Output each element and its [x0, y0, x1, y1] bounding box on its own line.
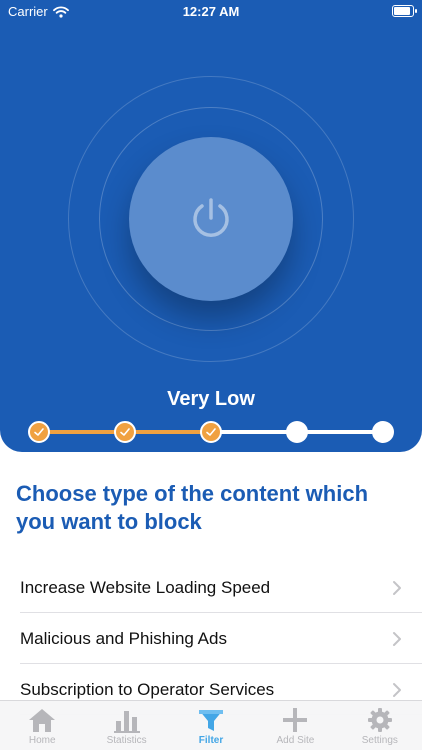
tab-label: Statistics: [106, 735, 147, 746]
slider-step-2[interactable]: [114, 421, 136, 443]
check-icon: [206, 428, 216, 436]
home-icon: [29, 709, 56, 732]
tab-statistics[interactable]: Statistics: [84, 701, 168, 750]
check-icon: [120, 428, 130, 436]
tab-label: Add Site: [276, 735, 315, 746]
protection-level-label: Very Low: [167, 388, 255, 410]
tab-settings[interactable]: Settings: [338, 701, 422, 750]
tab-bar: Home Statistics Filter Add Site Settings: [0, 700, 422, 750]
tab-filter[interactable]: Filter: [169, 701, 253, 750]
power-button[interactable]: [129, 137, 293, 301]
list-item-loading-speed[interactable]: Increase Website Loading Speed: [0, 562, 422, 613]
section-heading: Choose type of the content which you wan…: [16, 481, 369, 534]
clock: 12:27 AM: [182, 4, 240, 19]
plus-icon: [283, 708, 308, 732]
tab-label: Home: [28, 735, 56, 746]
list-item-phishing-ads[interactable]: Malicious and Phishing Ads: [0, 613, 422, 664]
slider-step-5[interactable]: [372, 421, 394, 443]
slider-step-1[interactable]: [28, 421, 50, 443]
gear-icon: [367, 708, 392, 732]
power-icon: [193, 198, 229, 237]
bar-chart-icon: [113, 711, 140, 733]
tab-add-site[interactable]: Add Site: [253, 701, 337, 750]
slider-step-4[interactable]: [286, 421, 308, 443]
slider-step-3[interactable]: [200, 421, 222, 443]
list-item-label: Increase Website Loading Speed: [20, 577, 271, 597]
chevron-right-icon: [393, 682, 401, 697]
battery-icon: [392, 5, 417, 17]
tab-label: Filter: [198, 735, 224, 746]
filter-icon: [199, 710, 224, 731]
content-type-list: Increase Website Loading Speed Malicious…: [0, 562, 422, 715]
list-item-label: Subscription to Operator Services: [20, 679, 275, 699]
tab-label: Settings: [361, 735, 398, 746]
hero-panel: Carrier 12:27 AM Very Low: [0, 0, 422, 452]
chevron-right-icon: [393, 580, 401, 595]
protection-level-slider[interactable]: [28, 420, 394, 444]
check-icon: [34, 428, 44, 436]
list-item-label: Malicious and Phishing Ads: [20, 628, 227, 648]
status-bar: Carrier 12:27 AM: [0, 0, 422, 24]
chevron-right-icon: [393, 631, 401, 646]
tab-home[interactable]: Home: [0, 701, 84, 750]
